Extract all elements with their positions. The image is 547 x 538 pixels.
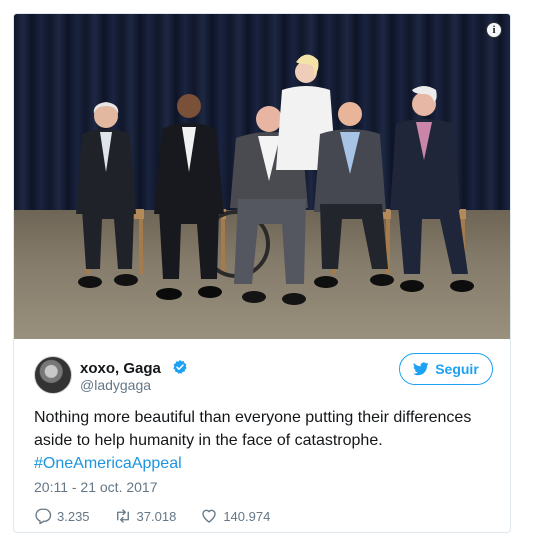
tweet-text: Nothing more beautiful than everyone put… <box>34 406 494 475</box>
tweet-card: i xoxo, Gaga @ladygaga Seguir Nothing mo… <box>13 13 511 533</box>
like-count: 140.974 <box>223 508 271 524</box>
verified-badge-icon <box>173 360 187 374</box>
display-name[interactable]: xoxo, Gaga <box>80 360 161 377</box>
retweet-button[interactable]: 37.018 <box>114 507 177 525</box>
reply-icon <box>35 508 52 525</box>
tweet-timestamp[interactable]: 20:11 - 21 oct. 2017 <box>34 479 158 495</box>
follow-button[interactable]: Seguir <box>399 353 493 385</box>
heart-icon <box>202 509 216 523</box>
info-icon[interactable]: i <box>486 22 502 38</box>
user-handle[interactable]: @ladygaga <box>80 377 151 393</box>
retweet-count: 37.018 <box>136 508 177 524</box>
photo-people-silhouettes <box>76 54 474 305</box>
tweet-photo[interactable]: i <box>14 14 510 339</box>
hashtag-link[interactable]: #OneAmericaAppeal <box>34 455 182 472</box>
reply-count: 3.235 <box>57 508 90 524</box>
tweet-body: Nothing more beautiful than everyone put… <box>34 409 472 449</box>
avatar[interactable] <box>34 356 72 394</box>
twitter-bird-icon <box>413 362 429 376</box>
follow-button-label: Seguir <box>435 361 479 377</box>
retweet-icon <box>116 509 129 523</box>
like-button[interactable]: 140.974 <box>200 507 270 525</box>
reply-button[interactable]: 3.235 <box>34 507 90 525</box>
tweet-actions: 3.235 37.018 140.974 <box>34 506 270 526</box>
